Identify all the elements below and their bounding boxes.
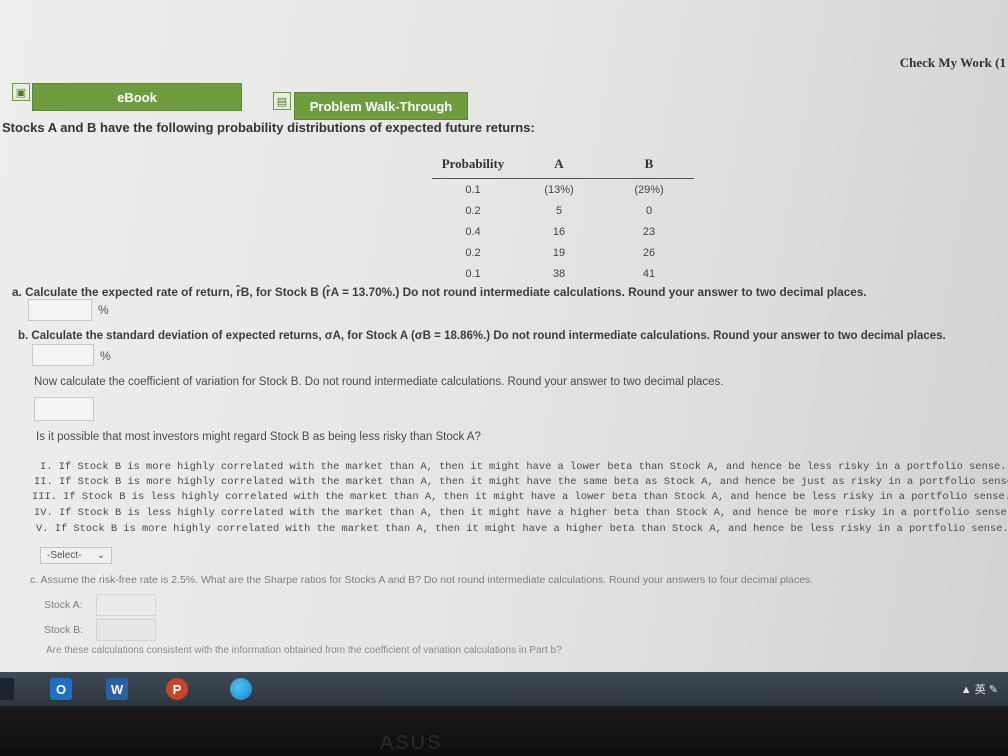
- powerpoint-icon-letter: P: [172, 681, 182, 697]
- probability-cell: 0.2: [465, 246, 481, 259]
- option-iii: III. If Stock B is less highly correlate…: [32, 491, 1008, 503]
- sharpe-a-input[interactable]: [96, 594, 156, 616]
- walkthrough-icon: ▤: [273, 92, 291, 110]
- probability-cell: 0.2: [465, 204, 481, 217]
- header-a: A: [514, 154, 604, 179]
- part-b-percent-unit: %: [100, 349, 111, 363]
- cv-b-input[interactable]: [34, 397, 94, 421]
- part-a-percent-unit: %: [98, 303, 109, 317]
- table-row: 0.1 (13%) (29%): [432, 179, 694, 201]
- return-a-cell: (13%): [544, 183, 574, 196]
- tab-ebook-label: eBook: [117, 89, 157, 105]
- tab-problem-walkthrough[interactable]: Problem Walk-Through: [294, 92, 468, 120]
- header-probability: Probability: [432, 154, 514, 179]
- part-c-question: c. Assume the risk-free rate is 2.5%. Wh…: [30, 574, 814, 586]
- std-dev-a-input[interactable]: [32, 344, 94, 366]
- return-b-cell: 41: [642, 267, 656, 280]
- probability-cell: 0.1: [465, 183, 481, 196]
- header-b: B: [604, 154, 694, 179]
- word-icon[interactable]: W: [106, 678, 128, 700]
- taskbar: O W P ▲ 英 ✎: [0, 672, 1008, 706]
- cv-question: Now calculate the coefficient of variati…: [34, 376, 724, 388]
- returns-table: Probability A B 0.1 (13%) (29%) 0.2 5 0 …: [432, 154, 694, 284]
- part-b-question: b. Calculate the standard deviation of e…: [18, 330, 946, 342]
- return-a-cell: 38: [552, 267, 566, 280]
- problem-intro: Stocks A and B have the following probab…: [2, 120, 535, 135]
- sharpe-b-input[interactable]: [96, 619, 156, 641]
- chevron-down-icon: ⌄: [96, 550, 105, 561]
- word-icon-letter: W: [110, 681, 124, 697]
- table-row: 0.2 19 26: [432, 242, 694, 263]
- option-iv: IV. If Stock B is less highly correlated…: [34, 507, 1008, 519]
- edge-browser-icon[interactable]: [230, 678, 252, 700]
- probability-cell: 0.1: [465, 267, 481, 280]
- tab-walkthrough-label: Problem Walk-Through: [309, 98, 453, 114]
- risk-answer-select[interactable]: -Select- ⌄: [40, 547, 112, 564]
- option-i: I. If Stock B is more highly correlated …: [40, 461, 1007, 473]
- select-label: -Select-: [47, 550, 82, 561]
- tab-ebook[interactable]: eBook: [32, 83, 242, 111]
- check-my-work-button[interactable]: Check My Work (1: [900, 55, 1006, 71]
- part-a-question: a. Calculate the expected rate of return…: [12, 285, 867, 299]
- stock-b-label: Stock B:: [44, 624, 84, 636]
- start-edge: [0, 678, 14, 700]
- powerpoint-icon[interactable]: P: [166, 678, 188, 700]
- outlook-icon[interactable]: O: [50, 678, 72, 700]
- expected-return-b-input[interactable]: [28, 299, 92, 321]
- probability-cell: 0.4: [465, 225, 481, 238]
- return-b-cell: 26: [642, 246, 656, 259]
- return-a-cell: 16: [552, 225, 566, 238]
- risk-question: Is it possible that most investors might…: [36, 431, 481, 443]
- return-b-cell: (29%): [634, 183, 664, 196]
- table-row: 0.1 38 41: [432, 263, 694, 284]
- option-ii: II. If Stock B is more highly correlated…: [34, 476, 1008, 488]
- table-header-row: Probability A B: [432, 154, 694, 179]
- table-row: 0.4 16 23: [432, 221, 694, 242]
- ebook-icon: ▣: [12, 83, 30, 101]
- return-b-cell: 23: [642, 225, 656, 238]
- option-v: V. If Stock B is more highly correlated …: [36, 523, 1008, 535]
- return-a-cell: 5: [555, 204, 563, 217]
- monitor-logo: ASUS: [380, 732, 443, 754]
- system-tray[interactable]: ▲ 英 ✎: [961, 681, 998, 697]
- consistency-question: Are these calculations consistent with t…: [46, 645, 562, 656]
- table-row: 0.2 5 0: [432, 200, 694, 221]
- return-b-cell: 0: [645, 204, 653, 217]
- stock-a-label: Stock A:: [44, 599, 83, 611]
- outlook-icon-letter: O: [55, 681, 67, 697]
- return-a-cell: 19: [552, 246, 566, 259]
- browser-viewport: Check My Work (1 ▣ eBook ▤ Problem Walk-…: [0, 0, 1008, 672]
- monitor-bezel: ASUS: [0, 706, 1008, 756]
